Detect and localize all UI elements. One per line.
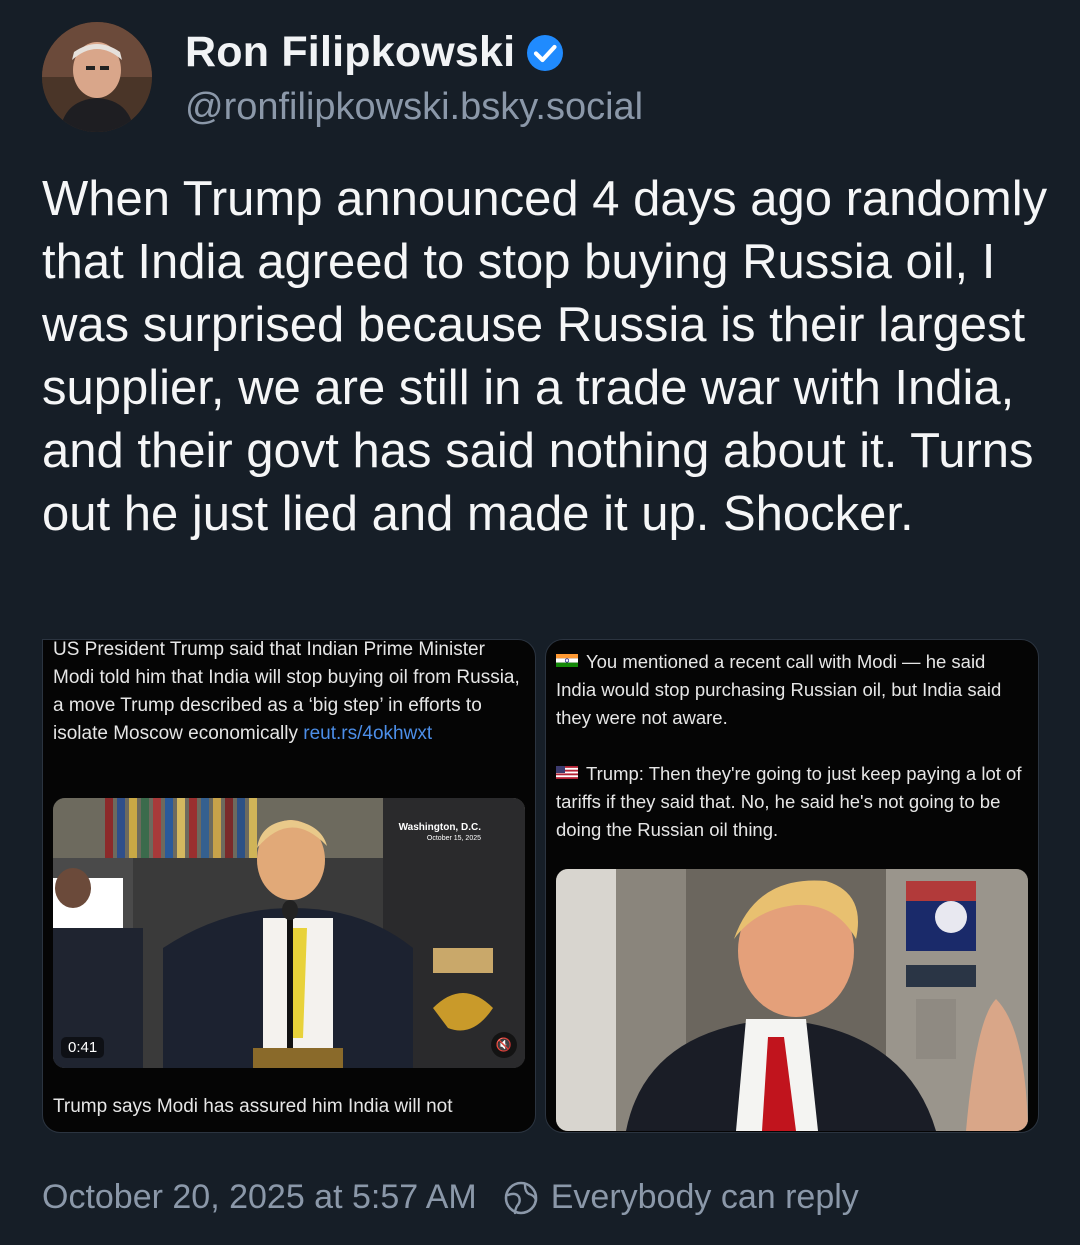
reply-settings-icon[interactable]: [503, 1180, 539, 1216]
dateline-city: Washington, D.C.: [398, 822, 481, 833]
video-duration: 0:41: [61, 1037, 105, 1058]
post-timestamp[interactable]: October 20, 2025 at 5:57 AM: [42, 1178, 477, 1217]
qa-question: You mentioned a recent call with Modi — …: [556, 648, 1026, 732]
reuters-caption: US President Trump said that Indian Prim…: [53, 639, 525, 748]
trump-photo[interactable]: [556, 869, 1028, 1131]
qa-text-block: You mentioned a recent call with Modi — …: [556, 648, 1026, 872]
embedded-image-reuters[interactable]: US President Trump said that Indian Prim…: [42, 639, 536, 1133]
author-name-row: Ron Filipkowski: [185, 28, 565, 77]
post-text: When Trump announced 4 days ago randomly…: [42, 172, 1048, 541]
author-avatar[interactable]: [42, 22, 152, 132]
india-flag-icon: [556, 654, 578, 667]
qa-question-text: You mentioned a recent call with Modi — …: [556, 651, 1002, 728]
reuters-link[interactable]: reut.rs/4okhwxt: [303, 723, 432, 744]
reply-setting-text[interactable]: Everybody can reply: [551, 1178, 859, 1217]
video-dateline: Washington, D.C. October 15, 2025: [399, 822, 481, 842]
embedded-image-qa[interactable]: You mentioned a recent call with Modi — …: [545, 639, 1039, 1133]
post-footer: October 20, 2025 at 5:57 AM Everybody ca…: [42, 1178, 859, 1217]
reuters-caption-text: US President Trump said that Indian Prim…: [53, 639, 520, 744]
video-thumbnail[interactable]: HE Washington, D.C. October 15, 2025 0:4…: [53, 798, 525, 1068]
video-bottom-caption: Trump says Modi has assured him India wi…: [53, 1096, 453, 1117]
speaker-muted-icon[interactable]: 🔇: [491, 1032, 517, 1058]
qa-answer: Trump: Then they're going to just keep p…: [556, 760, 1026, 844]
verified-badge-icon[interactable]: [525, 33, 565, 73]
us-flag-icon: [556, 766, 578, 779]
trump-photo-image: [556, 869, 1028, 1131]
author-handle[interactable]: @ronfilipkowski.bsky.social: [185, 86, 643, 129]
qa-answer-text: Trump: Then they're going to just keep p…: [556, 763, 1022, 840]
dateline-date: October 15, 2025: [426, 835, 481, 842]
author-display-name[interactable]: Ron Filipkowski: [185, 28, 515, 77]
avatar-photo: [42, 22, 152, 132]
